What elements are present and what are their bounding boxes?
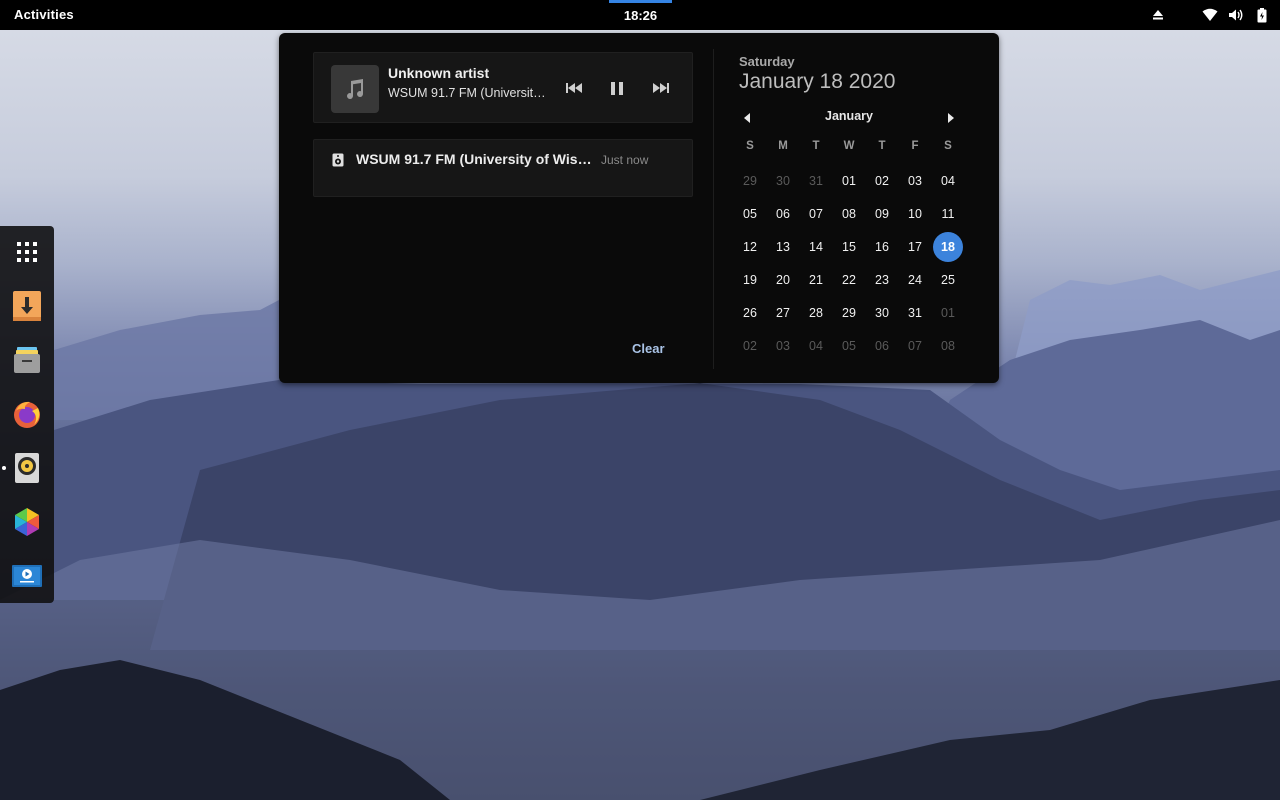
calendar-day[interactable]: 31 [801,166,831,196]
show-apps-icon[interactable] [9,234,45,270]
speaker-icon [332,153,346,167]
calendar-day[interactable]: 10 [900,199,930,229]
eject-icon[interactable] [1150,7,1166,23]
calendar-day[interactable]: 13 [768,232,798,262]
calendar-day[interactable]: 08 [834,199,864,229]
weekday-label: W [843,140,855,152]
notification-card[interactable]: WSUM 91.7 FM (University of Wisconsin) J… [313,139,693,197]
calendar-day[interactable]: 02 [735,331,765,361]
calendar-day[interactable]: 05 [735,199,765,229]
calendar-day[interactable]: 15 [834,232,864,262]
calendar-day[interactable]: 08 [933,331,963,361]
weekday-label: S [746,140,754,152]
calendar-day[interactable]: 23 [867,265,897,295]
calendar-date[interactable]: January 18 2020 [739,70,895,94]
next-icon[interactable] [651,79,671,97]
calendar-day[interactable]: 22 [834,265,864,295]
weekday-label: S [944,140,952,152]
calendar-day[interactable]: 03 [900,166,930,196]
calendar-day[interactable]: 04 [801,331,831,361]
calendar-day[interactable]: 07 [900,331,930,361]
calendar-day[interactable]: 25 [933,265,963,295]
calendar-day[interactable]: 18 [933,232,963,262]
calendar-day[interactable]: 04 [933,166,963,196]
next-month-icon[interactable] [942,110,960,126]
downloader-app-icon[interactable] [9,288,45,324]
calendar-day[interactable]: 29 [735,166,765,196]
calendar-month: January [825,109,873,123]
pause-icon[interactable] [607,79,627,97]
files-app-icon[interactable] [9,342,45,378]
calendar-day[interactable]: 01 [834,166,864,196]
calendar-day[interactable]: 01 [933,298,963,328]
music-note-icon [331,65,379,113]
calendar-day[interactable]: 12 [735,232,765,262]
dock [0,226,54,603]
calendar-day[interactable]: 11 [933,199,963,229]
system-tray[interactable] [1140,0,1270,30]
clock-button[interactable]: 18:26 [609,0,672,30]
calendar-day[interactable]: 26 [735,298,765,328]
calendar-day[interactable]: 03 [768,331,798,361]
weekday-label: M [778,140,788,152]
activities-button[interactable]: Activities [14,7,74,22]
calendar-day[interactable]: 28 [801,298,831,328]
calendar-day[interactable]: 16 [867,232,897,262]
calendar-day[interactable]: 27 [768,298,798,328]
calendar-day[interactable]: 06 [768,199,798,229]
calendar-day[interactable]: 29 [834,298,864,328]
previous-icon[interactable] [564,79,584,97]
notification-title: WSUM 91.7 FM (University of Wisconsin) [356,151,592,167]
battery-icon [1254,7,1270,23]
calendar-day[interactable]: 20 [768,265,798,295]
screen-recorder-app-icon[interactable] [9,558,45,594]
weekday-label: T [878,140,886,152]
calendar-day[interactable]: 17 [900,232,930,262]
calendar-day[interactable]: 21 [801,265,831,295]
media-player-card[interactable]: Unknown artist WSUM 91.7 FM (University … [313,52,693,123]
calendar-day[interactable]: 30 [867,298,897,328]
media-station: WSUM 91.7 FM (University of Wisconsin) [388,86,550,100]
wifi-icon [1202,7,1218,23]
color-picker-app-icon[interactable] [9,504,45,540]
weekday-label: F [911,140,919,152]
weekday-label: T [812,140,820,152]
popup-divider [713,49,714,369]
rhythmbox-app-icon[interactable] [9,450,45,486]
calendar-weekday: Saturday [739,54,795,69]
media-artist: Unknown artist [388,65,490,81]
calendar-day[interactable]: 30 [768,166,798,196]
previous-month-icon[interactable] [738,110,756,126]
firefox-app-icon[interactable] [9,396,45,432]
calendar-day[interactable]: 07 [801,199,831,229]
calendar-day[interactable]: 09 [867,199,897,229]
clear-button[interactable]: Clear [632,341,665,356]
calendar-day[interactable]: 06 [867,331,897,361]
calendar-day[interactable]: 02 [867,166,897,196]
calendar-day[interactable]: 05 [834,331,864,361]
calendar-day[interactable]: 31 [900,298,930,328]
notification-time: Just now [601,153,649,167]
top-bar: Activities 18:26 [0,0,1280,30]
calendar-day[interactable]: 24 [900,265,930,295]
date-menu-popup: Unknown artist WSUM 91.7 FM (University … [279,33,999,383]
calendar-day[interactable]: 19 [735,265,765,295]
volume-icon [1228,7,1244,23]
calendar-day[interactable]: 14 [801,232,831,262]
